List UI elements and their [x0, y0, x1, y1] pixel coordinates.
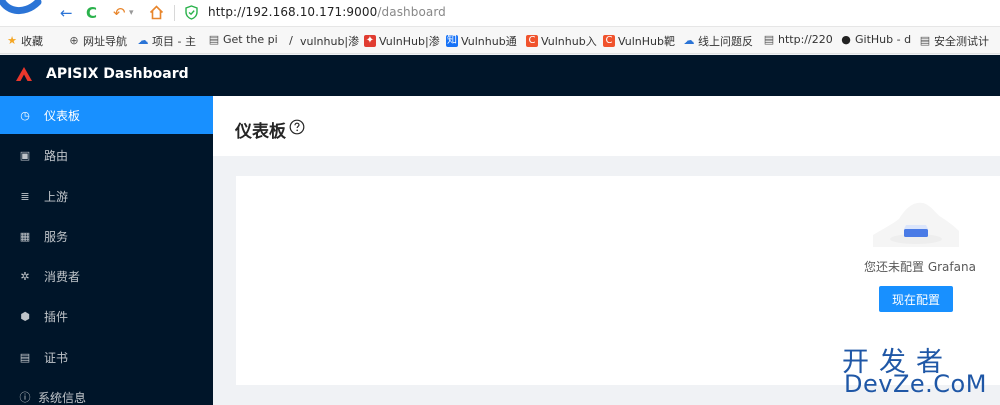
sidebar-item-label: 上游 — [44, 189, 69, 204]
page-title: 仪表板 — [235, 122, 286, 142]
screen: ← C ↶ ▾ http://192.168.10.171:9000/dashb… — [0, 0, 1000, 405]
bookmark-item[interactable]: ☁ 线上问题反 — [683, 33, 754, 49]
zhi-icon: 知 — [446, 35, 458, 47]
undo-dropdown-icon[interactable]: ▾ — [129, 4, 134, 22]
url-input[interactable]: http://192.168.10.171:9000/dashboard — [208, 5, 446, 19]
sidebar-item-5[interactable]: ✲ 消费者 — [0, 257, 213, 295]
bookmark-label: VulnHub靶 — [618, 35, 676, 48]
bookmark-label: Vulnhub入 — [541, 35, 597, 48]
vulnhub-icon: ✦ — [364, 35, 376, 47]
url-host: http://192.168.10.171:9000 — [208, 5, 378, 19]
consumer-icon: ✲ — [20, 269, 30, 283]
url-separator — [174, 5, 175, 21]
sidebar-item-1[interactable]: ◷ 仪表板 — [0, 96, 213, 134]
bookmark-item[interactable]: C Vulnhub入 — [526, 33, 597, 49]
browser-address-bar: ← C ↶ ▾ http://192.168.10.171:9000/dashb… — [0, 0, 1000, 27]
sidebar-item-8[interactable]: ⓘ 系统信息 — [0, 378, 213, 405]
empty-state-illustration-icon — [873, 202, 959, 247]
cloud-icon: ☁ — [683, 34, 695, 47]
bookmark-label: 网址导航 — [83, 35, 127, 48]
bookmark-label: Vulnhub通 — [461, 35, 517, 48]
vuln-icon: / — [289, 34, 293, 47]
bookmark-item[interactable]: ⊕ 网址导航 — [68, 33, 127, 49]
sidebar-item-label: 仪表板 — [44, 108, 81, 123]
bookmark-label: 项目 - 主 — [152, 35, 196, 48]
watermark: 开发者 DevZe.CoM — [842, 340, 997, 402]
home-icon[interactable] — [149, 5, 164, 20]
github-icon: ● — [841, 32, 851, 46]
bookmark-label: VulnHub|渗 — [379, 35, 440, 48]
sidebar-item-label: 消费者 — [44, 269, 81, 284]
sidebar-item-label: 插件 — [44, 309, 69, 324]
bookmarks-bar: ★ 收藏 ⊕ 网址导航 ☁ 项目 - 主 ▤ Get the pi / vulnhub|渗 ✦ Vul… — [0, 27, 1000, 54]
sidebar-item-4[interactable]: ▦ 服务 — [0, 217, 213, 255]
globe-icon: ⊕ — [69, 34, 79, 47]
certificate-icon: ▤ — [19, 350, 31, 364]
bookmark-label: GitHub - d — [855, 33, 912, 46]
sidebar-item-2[interactable]: ▣ 路由 — [0, 136, 213, 174]
empty-state-text: 您还未配置 Grafana — [864, 260, 976, 274]
watermark-english: DevZe.CoM — [844, 370, 987, 398]
shield-icon — [185, 5, 198, 20]
configure-now-button[interactable]: 现在配置 — [879, 286, 953, 312]
refresh-icon[interactable]: C — [86, 4, 97, 22]
url-path: /dashboard — [377, 5, 446, 19]
dashboard-icon: ◷ — [20, 108, 30, 122]
sidebar-item-label: 路由 — [44, 148, 69, 163]
sidebar-item-3[interactable]: ≣ 上游 — [0, 177, 213, 215]
bookmark-item[interactable]: ▤ 安全测试计 — [919, 33, 989, 49]
bookmark-label: 线上问题反 — [698, 35, 753, 48]
star-icon: ★ — [7, 34, 17, 47]
bookmark-label: Get the pi — [223, 33, 278, 46]
undo-icon[interactable]: ↶ — [113, 4, 126, 22]
sidebar-item-6[interactable]: ⬢ 插件 — [0, 297, 213, 335]
c-icon: C — [603, 35, 615, 47]
question-circle-icon[interactable] — [289, 119, 305, 135]
bookmark-item[interactable]: ▤ http://220 — [763, 33, 833, 46]
cloud-icon: ☁ — [137, 34, 149, 47]
app-title: APISIX Dashboard — [46, 66, 189, 82]
apisix-logo-icon — [16, 67, 32, 81]
upstream-icon: ≣ — [20, 189, 30, 203]
page-icon: ▤ — [763, 32, 775, 46]
sidebar-item-label: 服务 — [44, 229, 69, 244]
bookmark-item[interactable]: ● GitHub - d — [840, 33, 911, 46]
bookmark-item[interactable]: ▤ Get the pi — [208, 33, 278, 46]
bookmark-label: 收藏 — [21, 35, 43, 48]
bookmark-label: http://220 — [778, 33, 833, 46]
page-icon: ▤ — [208, 32, 220, 46]
browser-logo-icon — [0, 0, 42, 14]
bookmark-item[interactable]: / vulnhub|渗 — [285, 33, 359, 49]
info-icon: ⓘ — [19, 391, 31, 404]
bookmark-label: 安全测试计 — [934, 35, 989, 48]
bookmark-item[interactable]: ✦ VulnHub|渗 — [364, 33, 440, 49]
page-header: 仪表板 — [213, 96, 1000, 156]
back-icon[interactable]: ← — [60, 4, 73, 22]
bookmark-item[interactable]: ★ 收藏 — [6, 33, 43, 49]
service-icon: ▦ — [19, 229, 31, 243]
bookmark-label: vulnhub|渗 — [300, 35, 360, 48]
sidebar-item-7[interactable]: ▤ 证书 — [0, 338, 213, 376]
plugin-icon: ⬢ — [20, 309, 30, 323]
bookmark-item[interactable]: C VulnHub靶 — [603, 33, 675, 49]
app-header: APISIX Dashboard — [0, 55, 1000, 96]
sidebar-item-label: 证书 — [44, 350, 69, 365]
sidebar-item-label: 系统信息 — [38, 390, 87, 405]
bookmark-item[interactable]: ☁ 项目 - 主 — [137, 33, 196, 49]
sidebar: ◷ 仪表板 ▣ 路由 ≣ 上游 ▦ 服务 ✲ 消费者 ⬢ 插件 ▤ 证书 ⓘ 系统信息 — [0, 96, 213, 405]
route-icon: ▣ — [19, 148, 31, 162]
bookmark-item[interactable]: 知 Vulnhub通 — [446, 33, 517, 49]
page-icon: ▤ — [919, 34, 931, 47]
c-icon: C — [526, 35, 538, 47]
